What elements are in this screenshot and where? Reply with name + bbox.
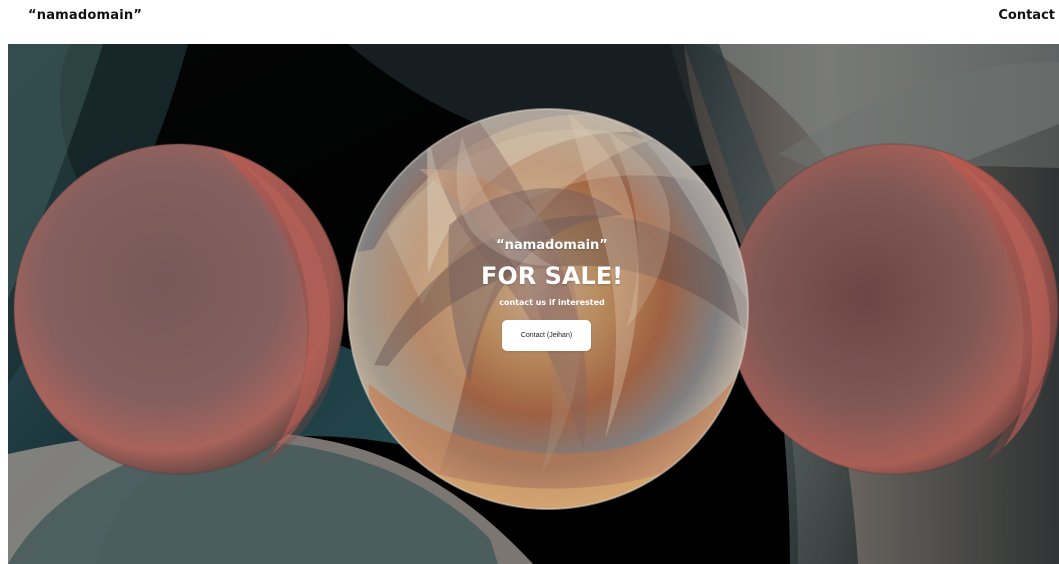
contact-jeihan-button[interactable]: Contact (Jeihan) [502, 320, 591, 351]
hero-banner: “namadomain” FOR SALE! contact us if int… [8, 44, 1059, 564]
hero-background-art [8, 44, 1059, 564]
top-header: “namadomain” Contact [0, 0, 1059, 44]
page: “namadomain” Contact “namadomain” FOR SA… [0, 0, 1059, 564]
brand-link[interactable]: “namadomain” [28, 8, 142, 24]
nav-contact-link[interactable]: Contact [998, 8, 1055, 24]
